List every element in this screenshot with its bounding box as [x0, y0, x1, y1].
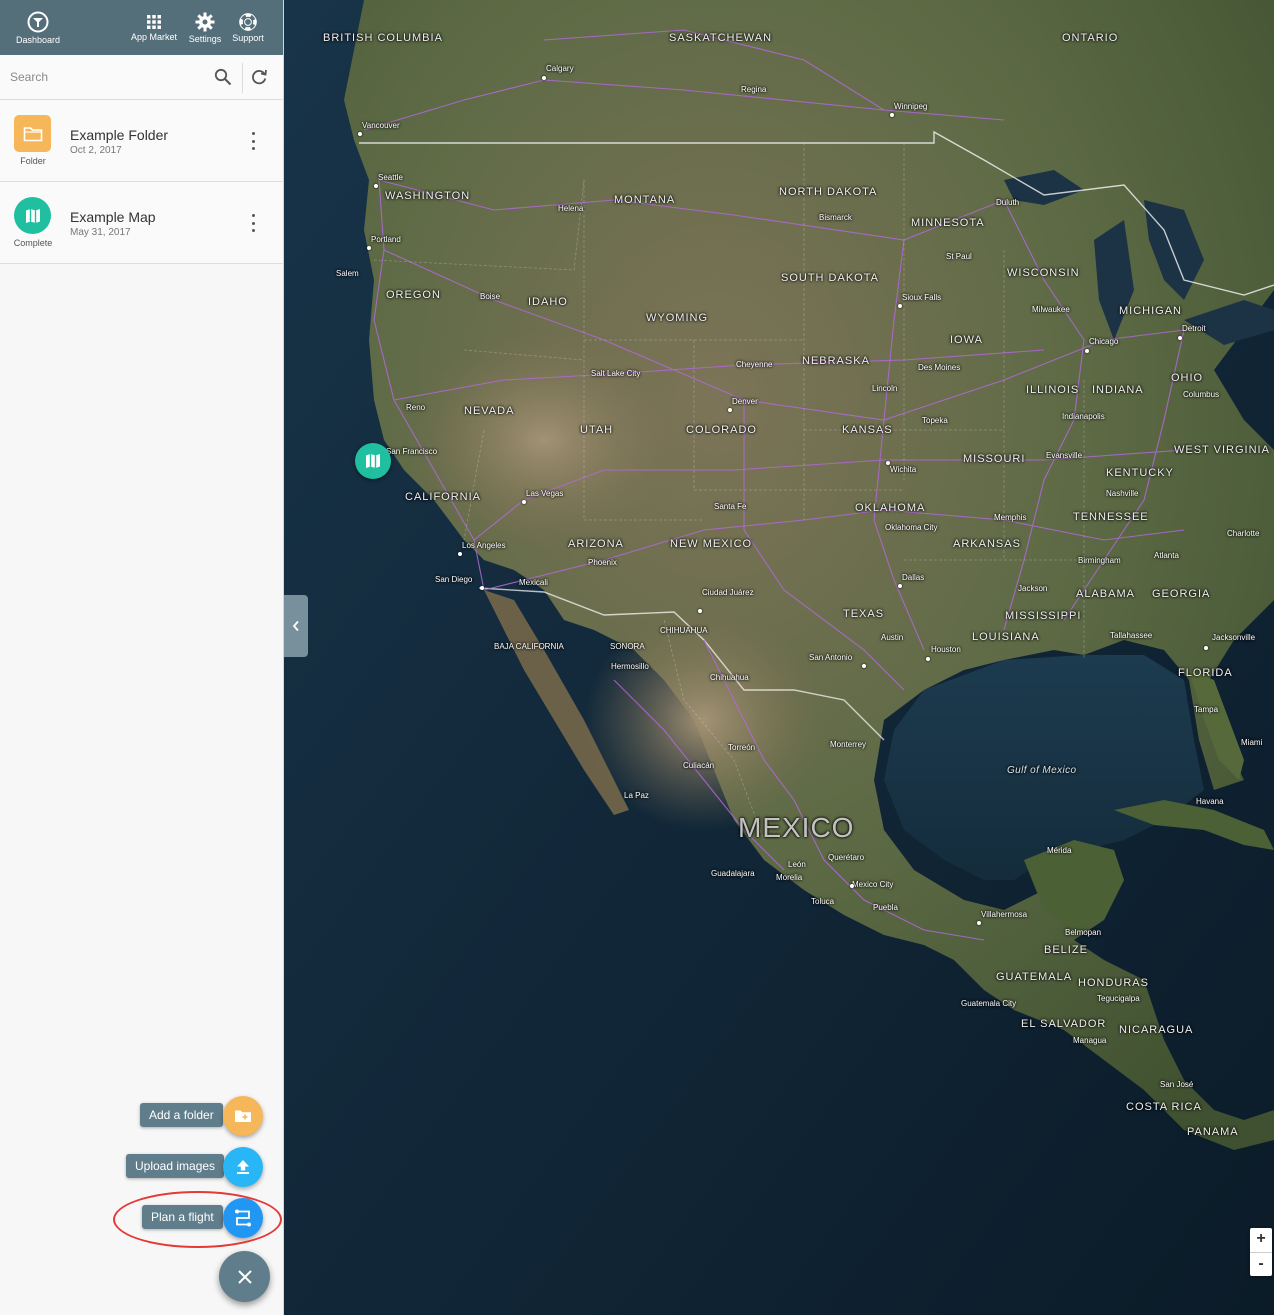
city-dot — [898, 584, 902, 588]
city-dot — [367, 246, 371, 250]
item-name: Example Map — [70, 209, 156, 225]
upload-icon — [237, 1160, 249, 1174]
list-item[interactable]: Folder Example Folder Oct 2, 2017 — [0, 100, 283, 182]
city-dot — [1085, 349, 1089, 353]
plan-flight-label[interactable]: Plan a flight — [142, 1205, 223, 1229]
city-dot — [542, 76, 546, 80]
upload-images-button[interactable] — [223, 1147, 263, 1187]
refresh-icon[interactable] — [250, 68, 268, 86]
item-type: Folder — [20, 156, 46, 166]
search-divider — [242, 63, 243, 93]
city-dot — [698, 609, 702, 613]
item-type: Complete — [13, 238, 53, 248]
settings-label: Settings — [188, 33, 222, 44]
city-dot — [862, 664, 866, 668]
upload-images-label[interactable]: Upload images — [126, 1154, 225, 1178]
item-date: May 31, 2017 — [70, 227, 131, 238]
close-icon — [237, 1269, 252, 1284]
add-folder-icon — [235, 1110, 251, 1122]
item-name: Example Folder — [70, 127, 169, 143]
search-icon[interactable] — [214, 68, 232, 86]
city-dot — [480, 586, 484, 590]
city-dot — [850, 884, 854, 888]
top-navigation-bar: Dashboard App Market Settings Support — [0, 0, 283, 55]
gear-icon — [195, 12, 215, 31]
map-base-layer — [284, 0, 1274, 1315]
city-dot — [458, 552, 462, 556]
folder-badge — [14, 115, 51, 152]
city-dot — [1204, 646, 1208, 650]
zoom-out-button[interactable]: - — [1250, 1252, 1272, 1276]
lifebuoy-icon — [239, 12, 257, 31]
city-dot — [926, 657, 930, 661]
zoom-in-button[interactable]: + — [1250, 1228, 1272, 1252]
search-bar — [0, 55, 283, 100]
city-dot — [886, 461, 890, 465]
chevron-left-icon — [292, 620, 299, 632]
city-dot — [977, 921, 981, 925]
app-market-button[interactable]: App Market — [128, 0, 180, 55]
dashboard-button[interactable]: Dashboard — [14, 0, 62, 55]
list-item[interactable]: Complete Example Map May 31, 2017 — [0, 182, 283, 264]
add-folder-label[interactable]: Add a folder — [140, 1103, 223, 1127]
city-dot — [1178, 336, 1182, 340]
city-dot — [890, 113, 894, 117]
zoom-control: + - — [1250, 1228, 1272, 1276]
city-dot — [522, 500, 526, 504]
add-folder-button[interactable] — [223, 1096, 263, 1136]
search-input[interactable] — [0, 55, 240, 99]
folder-icon — [23, 126, 42, 141]
support-button[interactable]: Support — [228, 0, 268, 55]
close-menu-button[interactable] — [219, 1251, 270, 1302]
settings-button[interactable]: Settings — [186, 0, 224, 55]
collapse-sidebar-button[interactable] — [284, 595, 308, 657]
app-market-label: App Market — [130, 31, 178, 42]
more-options-icon[interactable] — [246, 214, 260, 232]
support-label: Support — [232, 32, 264, 43]
city-dot — [374, 184, 378, 188]
map-badge — [14, 197, 51, 234]
satellite-map[interactable]: BRITISH COLUMBIA SASKATCHEWAN ONTARIO WA… — [284, 0, 1274, 1315]
map-icon — [366, 454, 380, 468]
city-dot — [358, 132, 362, 136]
map-location-marker[interactable] — [355, 443, 391, 479]
dashboard-icon — [27, 11, 49, 32]
flight-path-icon — [235, 1209, 251, 1227]
grid-icon — [147, 14, 161, 29]
city-dot — [898, 304, 902, 308]
dashboard-label: Dashboard — [15, 34, 61, 45]
plan-flight-button[interactable] — [223, 1198, 263, 1238]
map-icon — [25, 208, 40, 223]
sidebar: Dashboard App Market Settings Support Se… — [0, 0, 284, 1315]
more-options-icon[interactable] — [246, 132, 260, 150]
item-date: Oct 2, 2017 — [70, 145, 122, 156]
city-dot — [728, 408, 732, 412]
